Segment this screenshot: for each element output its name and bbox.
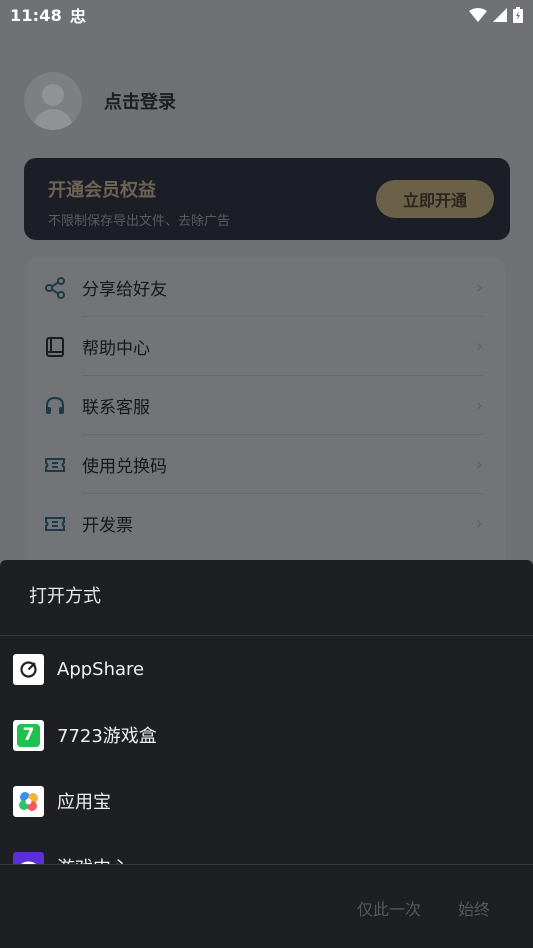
menu-item-redeem[interactable]: 使用兑换码 ›: [28, 435, 505, 494]
app-name: AppShare: [57, 658, 145, 680]
app-list[interactable]: AppShare 7 7723游戏盒 应用宝 游戏中心: [0, 636, 533, 864]
7723-glyph: 7: [17, 723, 40, 747]
share-icon: [45, 276, 65, 299]
app-option-game-center[interactable]: 游戏中心: [0, 834, 533, 864]
yingyongbao-icon: [13, 785, 44, 817]
signal-icon: [493, 8, 507, 22]
menu-item-share[interactable]: 分享给好友 ›: [28, 258, 505, 317]
notification-icon: 忠: [69, 7, 86, 26]
chevron-right-icon: ›: [475, 336, 483, 357]
app-option-yingyongbao[interactable]: 应用宝: [0, 768, 533, 834]
menu-item-help[interactable]: 帮助中心 ›: [28, 317, 505, 376]
menu-item-label: 使用兑换码: [82, 457, 167, 477]
7723-icon: 7: [13, 719, 44, 751]
wifi-icon: [469, 8, 487, 22]
open-with-sheet: 打开方式 AppShare 7 7723游戏盒 应用宝 游戏中心: [0, 560, 533, 948]
vip-open-button[interactable]: 立即开通: [376, 180, 494, 218]
always-button[interactable]: 始终: [458, 896, 490, 920]
login-link[interactable]: 点击登录: [104, 88, 176, 114]
menu-item-label: 帮助中心: [82, 339, 150, 359]
game-center-icon: [13, 851, 44, 864]
settings-menu: 分享给好友 › 帮助中心 › 联系客服 › 使用兑换码 › 开发票 ›: [28, 258, 505, 568]
status-bar: 11:48 忠: [0, 0, 533, 30]
menu-item-label: 开发票: [82, 516, 133, 536]
appshare-icon: [13, 653, 44, 685]
vip-banner[interactable]: 开通会员权益 不限制保存导出文件、去除广告 立即开通: [24, 158, 510, 240]
divider: [0, 864, 533, 865]
menu-item-label: 联系客服: [82, 398, 150, 418]
headphones-icon: [46, 396, 64, 414]
avatar[interactable]: [24, 72, 82, 130]
ticket-icon: [45, 516, 65, 531]
ticket-icon: [45, 457, 65, 472]
app-name: 应用宝: [57, 792, 111, 813]
chevron-right-icon: ›: [475, 277, 483, 298]
app-name: 7723游戏盒: [57, 726, 157, 747]
app-option-appshare[interactable]: AppShare: [0, 636, 533, 702]
profile-header[interactable]: 点击登录: [24, 70, 176, 132]
system-icons: [469, 7, 523, 23]
app-name: 游戏中心: [57, 854, 129, 864]
status-time: 11:48: [10, 5, 62, 25]
just-once-button[interactable]: 仅此一次: [357, 896, 421, 920]
chevron-right-icon: ›: [475, 513, 483, 534]
app-option-7723[interactable]: 7 7723游戏盒: [0, 702, 533, 768]
menu-item-support[interactable]: 联系客服 ›: [28, 376, 505, 435]
chevron-right-icon: ›: [475, 454, 483, 475]
menu-item-invoice[interactable]: 开发票 ›: [28, 494, 505, 553]
chevron-right-icon: ›: [475, 395, 483, 416]
menu-item-label: 分享给好友: [82, 280, 167, 300]
battery-icon: [513, 7, 523, 23]
book-icon: [46, 336, 64, 357]
sheet-title: 打开方式: [29, 586, 101, 607]
